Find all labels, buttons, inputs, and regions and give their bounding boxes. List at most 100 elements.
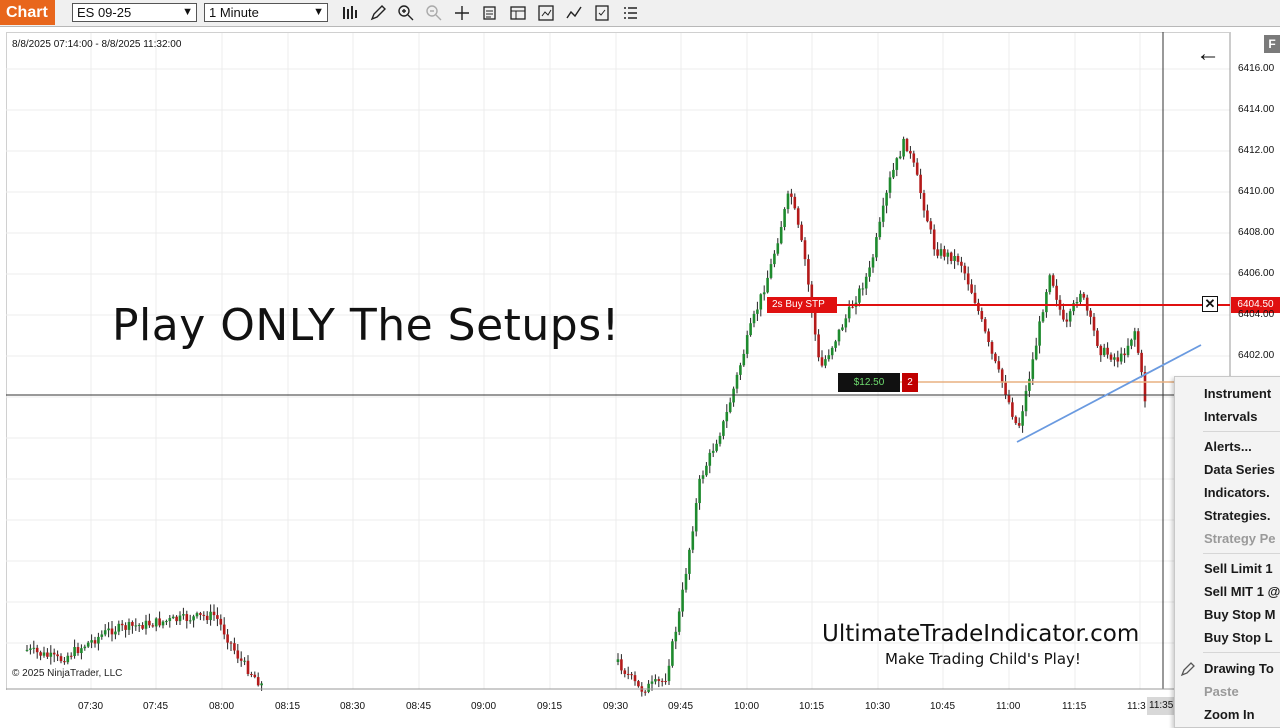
candle-body xyxy=(243,660,246,662)
candle-body xyxy=(637,681,640,687)
candle-body xyxy=(171,616,175,619)
candle-body xyxy=(137,625,141,627)
candle-body xyxy=(1041,312,1045,322)
candle-body xyxy=(994,353,997,362)
candle-body xyxy=(56,654,59,657)
candle-body xyxy=(827,355,831,360)
time-tick: 11:15 xyxy=(1062,701,1087,712)
candle-body xyxy=(131,622,134,626)
candle-body xyxy=(803,240,807,260)
close-order-icon[interactable]: ✕ xyxy=(1202,296,1218,312)
candle-body xyxy=(192,616,195,621)
candle-body xyxy=(1082,293,1086,298)
menu-item-sell-limit[interactable]: Sell Limit 1 xyxy=(1204,561,1273,576)
candle-body xyxy=(851,306,854,308)
candle-body xyxy=(790,193,793,197)
copyright-label: © 2025 NinjaTrader, LLC xyxy=(12,668,123,679)
candle-body xyxy=(990,342,994,354)
candle-body xyxy=(124,625,127,630)
candle-body xyxy=(216,615,219,619)
candle-body xyxy=(902,138,905,157)
candle-body xyxy=(1092,316,1096,331)
candle-body xyxy=(932,229,936,250)
candle-body xyxy=(664,681,667,683)
menu-item-sell-mit[interactable]: Sell MIT 1 @ xyxy=(1204,584,1280,599)
candle-body xyxy=(674,631,678,642)
candle-body xyxy=(776,243,780,254)
candle-body xyxy=(1106,347,1109,355)
candle-body xyxy=(966,273,970,285)
time-tick: 11:00 xyxy=(996,701,1021,712)
candle-body xyxy=(165,621,168,623)
candle-body xyxy=(654,679,657,682)
candle-body xyxy=(844,318,848,328)
candle-body xyxy=(688,549,691,574)
candle-body xyxy=(1143,372,1147,402)
buy-stop-order-tag[interactable]: 2s Buy STP xyxy=(767,297,837,313)
price-tick: 6408.00 xyxy=(1238,227,1275,238)
candle-body xyxy=(161,621,165,626)
candle-body xyxy=(134,625,138,627)
candle-body xyxy=(871,257,875,268)
candle-body xyxy=(100,634,104,637)
candle-body xyxy=(1133,331,1137,340)
candle-body xyxy=(229,642,233,644)
f-button[interactable]: F xyxy=(1264,35,1280,53)
candle-body xyxy=(858,288,861,303)
candle-body xyxy=(936,249,939,256)
menu-item-drawing-tools[interactable]: Drawing To xyxy=(1204,661,1274,676)
candle-body xyxy=(783,209,786,228)
time-tick: 10:30 xyxy=(865,701,891,712)
candle-body xyxy=(861,288,865,290)
candle-body xyxy=(960,261,963,266)
menu-item-buy-stop-market[interactable]: Buy Stop M xyxy=(1204,607,1276,622)
menu-item-buy-stop-limit[interactable]: Buy Stop L xyxy=(1204,630,1273,645)
candle-body xyxy=(188,620,192,622)
price-tick: 6404.00 xyxy=(1238,309,1275,320)
candle-body xyxy=(1065,319,1069,322)
candle-body xyxy=(52,652,56,655)
candle-body xyxy=(86,642,90,647)
candle-body xyxy=(97,636,100,644)
candle-body xyxy=(185,614,189,621)
candle-body xyxy=(1089,310,1092,317)
candle-body xyxy=(980,311,984,320)
menu-item-paste: Paste xyxy=(1204,684,1239,699)
chart-context-menu: Instrument Intervals Alerts... Data Seri… xyxy=(1174,376,1280,728)
back-arrow-icon[interactable]: ← xyxy=(1196,40,1220,68)
candle-body xyxy=(888,177,892,193)
candle-body xyxy=(698,478,701,504)
candle-body xyxy=(786,193,790,210)
candle-body xyxy=(735,374,739,389)
position-pnl: $12.50 xyxy=(838,373,900,392)
position-quantity[interactable]: 2 xyxy=(902,373,918,392)
candle-body xyxy=(1079,293,1082,303)
menu-item-instrument[interactable]: Instrument xyxy=(1204,386,1271,401)
candle-body xyxy=(1055,285,1058,300)
candle-body xyxy=(1102,347,1106,356)
candle-body xyxy=(226,634,229,643)
candle-body xyxy=(983,319,987,332)
candle-body xyxy=(120,623,124,626)
time-tick: 09:30 xyxy=(603,701,629,712)
price-chart[interactable] xyxy=(0,0,1280,720)
price-tick: 6412.00 xyxy=(1238,145,1275,156)
menu-item-data-series[interactable]: Data Series xyxy=(1204,462,1275,477)
menu-item-intervals[interactable]: Intervals xyxy=(1204,409,1257,424)
candle-body xyxy=(732,388,735,403)
candle-body xyxy=(1068,311,1072,322)
candle-body xyxy=(864,276,868,289)
menu-item-indicators[interactable]: Indicators. xyxy=(1204,485,1270,500)
menu-item-strategies[interactable]: Strategies. xyxy=(1204,508,1270,523)
candle-body xyxy=(195,613,199,617)
candle-body xyxy=(83,646,87,649)
time-tick: 08:15 xyxy=(275,701,301,712)
candle-body xyxy=(1014,416,1018,424)
candle-body xyxy=(246,660,250,674)
menu-item-alerts[interactable]: Alerts... xyxy=(1204,439,1252,454)
candle-body xyxy=(919,174,922,194)
menu-separator xyxy=(1203,652,1280,653)
candle-body xyxy=(657,679,661,681)
candle-body xyxy=(1024,390,1028,412)
price-tick: 6414.00 xyxy=(1238,104,1275,115)
